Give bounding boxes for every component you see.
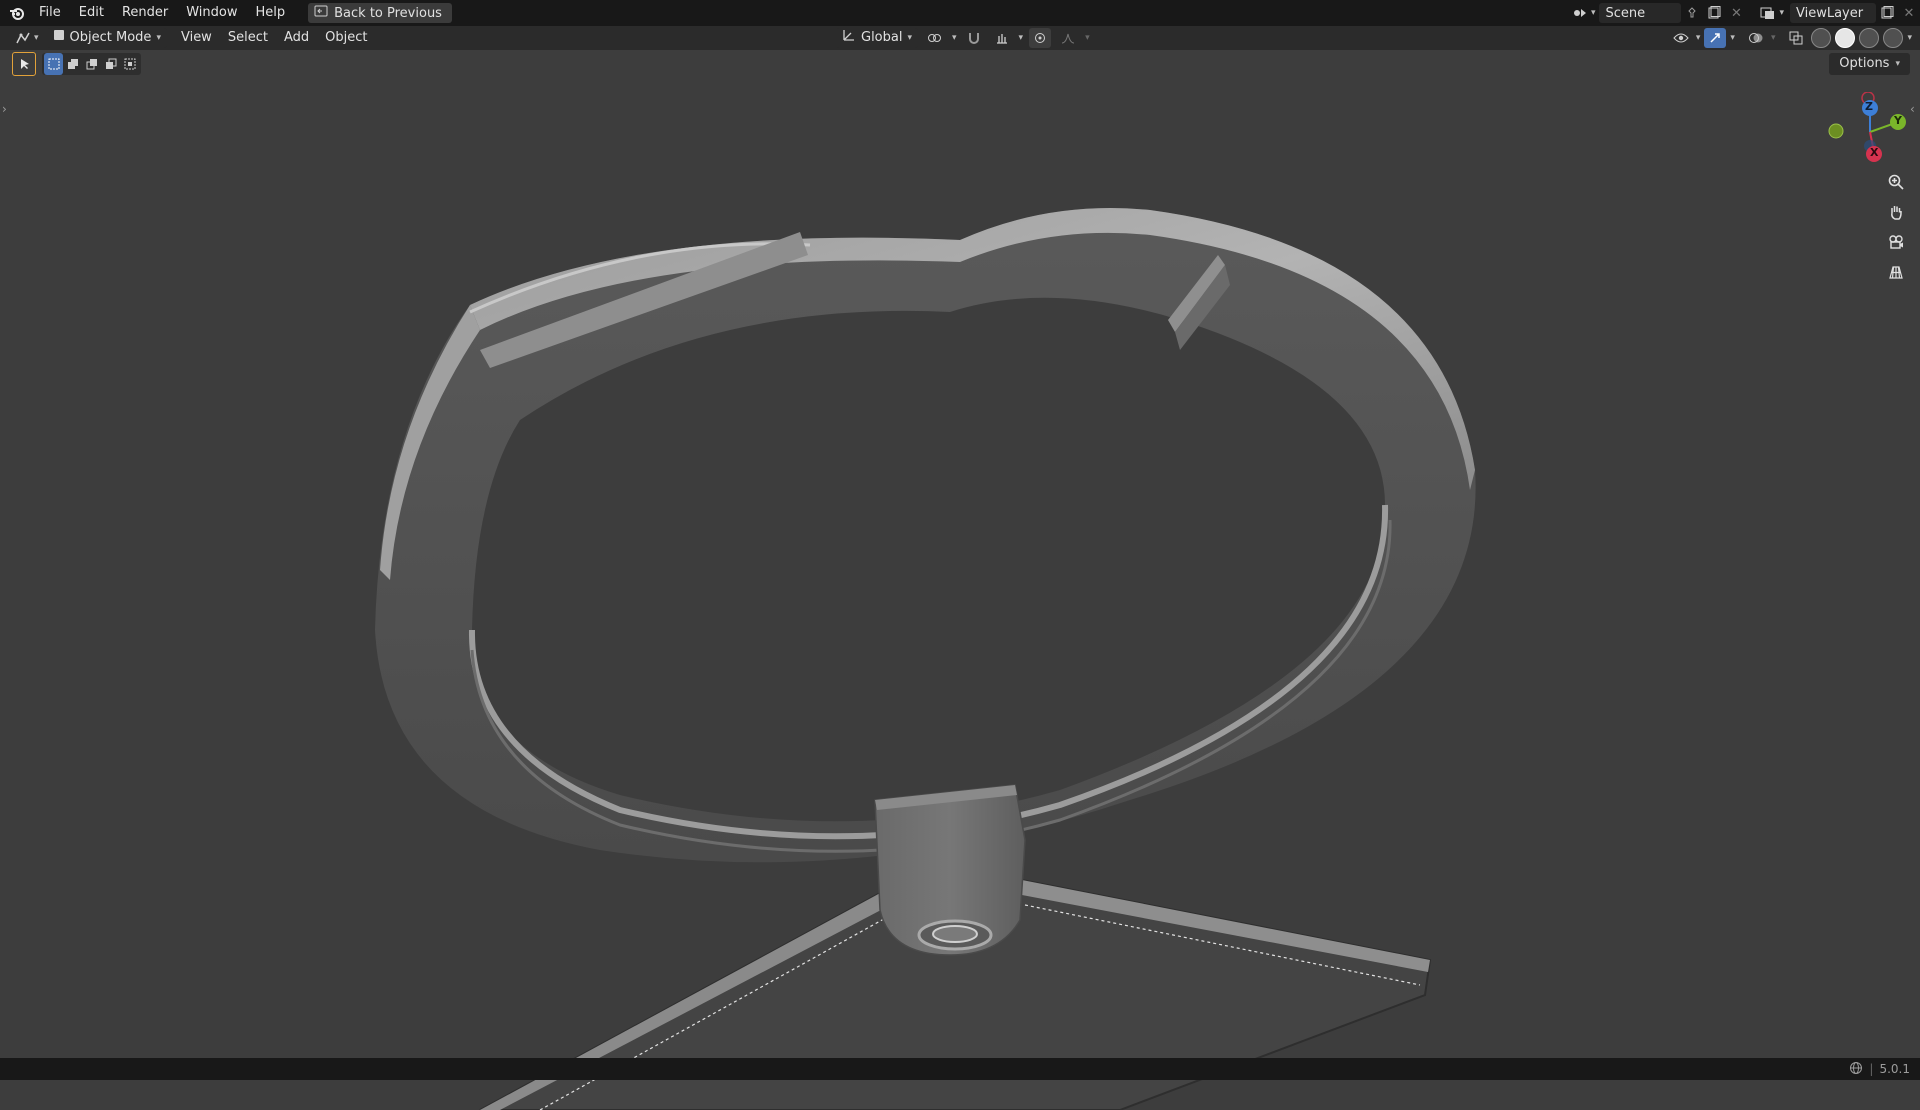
falloff-icon[interactable]	[1057, 28, 1079, 48]
globe-icon	[1849, 1061, 1863, 1078]
xray-icon[interactable]	[1785, 28, 1807, 48]
view-layer-field[interactable]: ViewLayer	[1790, 3, 1876, 23]
toolbar-expand-icon[interactable]: ›	[2, 102, 7, 116]
menu-edit[interactable]: Edit	[70, 0, 113, 26]
camera-icon[interactable]	[1882, 228, 1910, 256]
gizmo-x-label: X	[1870, 146, 1879, 159]
top-bar: File Edit Render Window Help Back to Pre…	[0, 0, 1920, 26]
mode-label: Object Mode	[69, 30, 152, 45]
select-extend-icon[interactable]	[63, 53, 82, 75]
gizmo-y-label: Y	[1894, 114, 1902, 127]
solid-shading-icon[interactable]	[1835, 28, 1856, 48]
chevron-down-icon[interactable]: ▾	[1085, 33, 1090, 43]
options-label: Options	[1839, 56, 1890, 71]
select-tool-icon[interactable]	[12, 52, 36, 76]
gizmo-toggle-icon[interactable]	[1704, 28, 1727, 48]
chevron-down-icon: ▾	[156, 33, 161, 43]
blender-logo-icon[interactable]	[4, 0, 30, 26]
zoom-icon[interactable]	[1882, 168, 1910, 196]
select-intersect-icon[interactable]	[120, 53, 139, 75]
menu-render[interactable]: Render	[113, 0, 177, 26]
menu-file[interactable]: File	[30, 0, 70, 26]
rendered-shading-icon[interactable]	[1883, 28, 1904, 48]
material-shading-icon[interactable]	[1859, 28, 1880, 48]
3d-viewport[interactable]: › ‹	[0, 50, 1920, 1110]
select-new-icon[interactable]	[44, 53, 63, 75]
menu-window[interactable]: Window	[177, 0, 246, 26]
grid-icon[interactable]	[1882, 258, 1910, 286]
new-view-layer-icon[interactable]	[1876, 3, 1898, 23]
menu-object[interactable]: Object	[317, 28, 375, 48]
close-view-layer-icon[interactable]: ✕	[1898, 3, 1920, 23]
snap-target-icon[interactable]	[991, 28, 1013, 48]
chevron-down-icon[interactable]: ▾	[34, 33, 39, 43]
back-label: Back to Previous	[334, 5, 442, 21]
topbar-right: ▾ Scene ✕ ▾ ViewLayer ✕	[1569, 0, 1920, 26]
selection-mode-group	[42, 53, 141, 75]
scene-name: Scene	[1605, 5, 1646, 21]
status-bar: | 5.0.1	[0, 1058, 1920, 1080]
transform-tools: Global ▾ ▾ ▾ ▾	[836, 28, 1090, 48]
view-layer-icon[interactable]	[1757, 3, 1779, 23]
pivot-point-icon[interactable]	[924, 28, 946, 48]
chevron-down-icon[interactable]: ▾	[952, 33, 957, 43]
chevron-down-icon[interactable]: ▾	[1771, 33, 1776, 43]
orientation-label: Global	[861, 30, 903, 45]
tool-settings-row	[12, 52, 141, 76]
chevron-down-icon[interactable]: ▾	[1730, 33, 1735, 43]
chevron-down-icon[interactable]: ▾	[1019, 33, 1024, 43]
gizmo-z-label: Z	[1865, 100, 1873, 113]
hand-icon[interactable]	[1882, 198, 1910, 226]
select-subtract-icon[interactable]	[82, 53, 101, 75]
orientation-icon	[842, 28, 856, 49]
options-dropdown[interactable]: Options ▾	[1829, 53, 1910, 75]
scene-type-icon[interactable]	[1569, 3, 1591, 23]
object-mode-icon	[53, 28, 65, 48]
status-info: | 5.0.1	[1849, 1061, 1910, 1078]
new-scene-icon[interactable]	[1703, 3, 1725, 23]
select-invert-icon[interactable]	[101, 53, 120, 75]
3d-model-bracelet	[375, 208, 1476, 1110]
separator: |	[1869, 1062, 1874, 1076]
wireframe-shading-icon[interactable]	[1811, 28, 1832, 48]
pin-icon[interactable]	[1681, 3, 1703, 23]
back-icon	[314, 5, 328, 21]
mode-dropdown[interactable]: Object Mode ▾	[46, 28, 167, 48]
chevron-down-icon: ▾	[1895, 59, 1900, 69]
view-layer-name: ViewLayer	[1796, 5, 1864, 21]
editor-type-icon[interactable]	[12, 28, 34, 48]
proportional-editing-icon[interactable]	[1029, 28, 1052, 48]
back-to-previous-button[interactable]: Back to Previous	[308, 3, 452, 23]
viewport-display-tools: ▾ ▾ ▾ ▾	[1670, 28, 1912, 48]
menu-view[interactable]: View	[173, 28, 220, 48]
chevron-down-icon: ▾	[907, 33, 913, 43]
scene-name-field[interactable]: Scene	[1599, 3, 1682, 23]
chevron-down-icon[interactable]: ▾	[1907, 33, 1912, 43]
close-scene-icon[interactable]: ✕	[1725, 3, 1747, 23]
menu-help[interactable]: Help	[247, 0, 295, 26]
transform-orientation-dropdown[interactable]: Global ▾	[836, 28, 919, 49]
snap-icon[interactable]	[963, 28, 985, 48]
navigation-gizmo[interactable]: Z Y X	[1820, 91, 1910, 172]
visibility-icon[interactable]	[1670, 28, 1692, 48]
sidebar-expand-icon[interactable]: ‹	[1910, 102, 1915, 116]
chevron-down-icon[interactable]: ▾	[1779, 8, 1784, 18]
viewport-header: ▾ Object Mode ▾ View Select Add Object G…	[0, 26, 1920, 50]
menu-select[interactable]: Select	[220, 28, 276, 48]
chevron-down-icon[interactable]: ▾	[1696, 33, 1701, 43]
chevron-down-icon[interactable]: ▾	[1591, 8, 1596, 18]
version-label: 5.0.1	[1879, 1062, 1910, 1076]
overlays-icon[interactable]	[1745, 28, 1767, 48]
menu-add[interactable]: Add	[276, 28, 317, 48]
